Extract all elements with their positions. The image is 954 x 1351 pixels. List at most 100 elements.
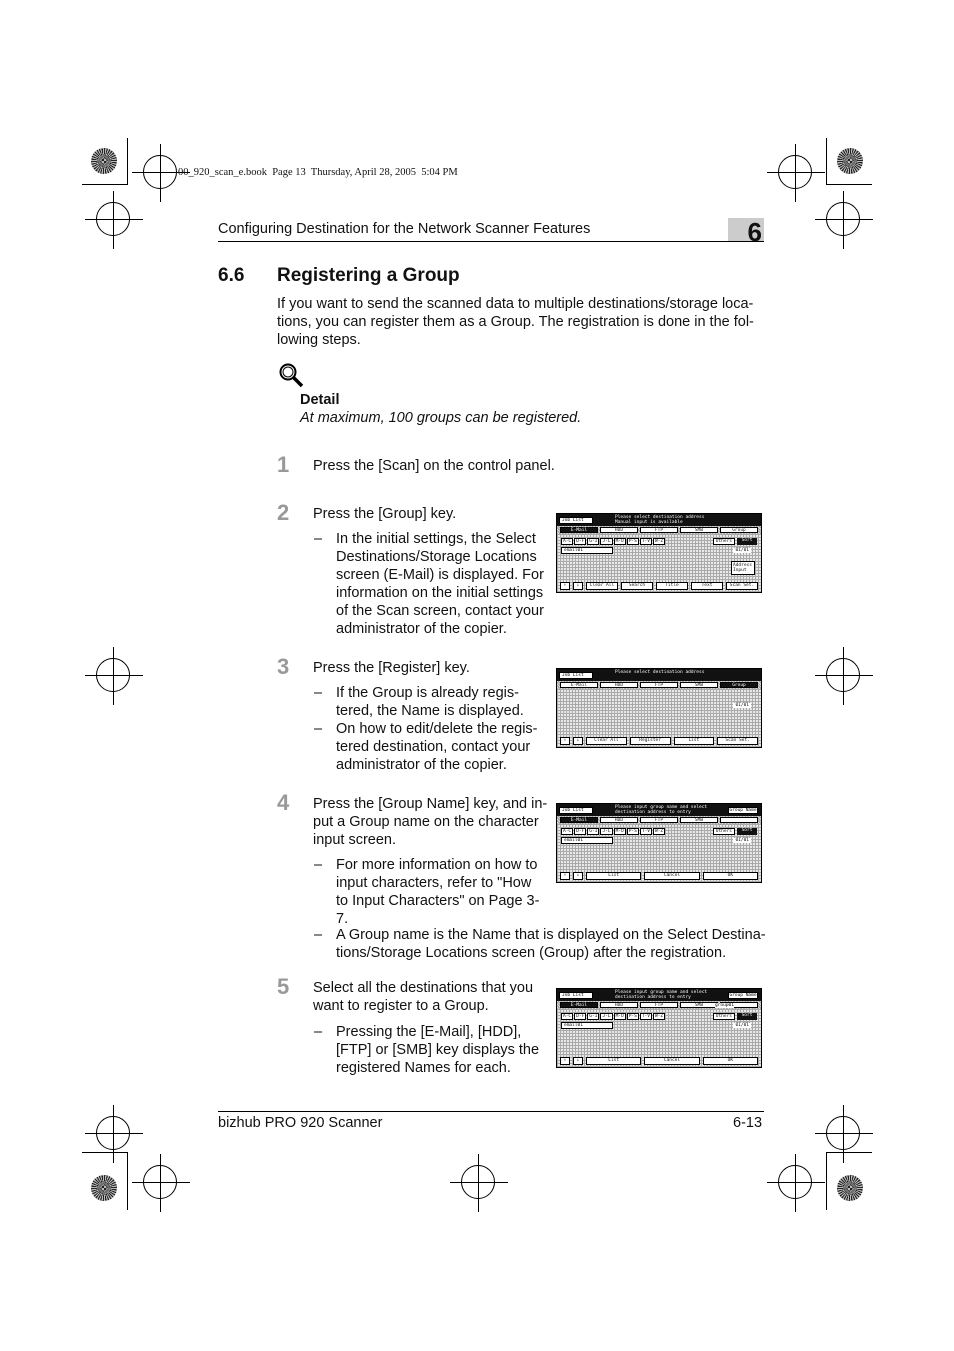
bottom-buttons: ↑ ↓ List Cancel OK: [560, 872, 758, 880]
tab: FTP: [640, 682, 678, 688]
screen-top-bar: Job List Please input group name and sel…: [557, 989, 761, 1001]
bullet-dash: –: [314, 531, 323, 547]
step-line: Press the [Group] key.: [313, 506, 457, 522]
job-list-button: Job List: [559, 992, 593, 999]
index-key: M-O: [613, 828, 626, 835]
destination-tabs: E-Mail HDD FTP SMB: [557, 816, 761, 824]
bullet-dash: –: [314, 721, 323, 737]
crop-mark: [826, 184, 872, 185]
tab: SMB: [680, 1002, 718, 1008]
screen-button: Scan Set.: [717, 737, 758, 745]
group-name-button: Group Name: [728, 807, 758, 814]
others-button: Others: [712, 1013, 735, 1020]
tab: FTP: [640, 817, 678, 823]
screen-button: ↑: [560, 582, 570, 590]
intro: If you want to send the scanned data to …: [277, 295, 754, 349]
footer-product: bizhub PRO 920 Scanner: [218, 1115, 383, 1131]
step-text: Press the [Group Name] key, and in-put a…: [313, 795, 547, 849]
index-key: J-L: [600, 1013, 613, 1020]
step-line: input screen.: [313, 832, 397, 848]
address-input-button: Address Input: [731, 561, 755, 575]
running-head: Configuring Destination for the Network …: [218, 221, 591, 237]
index-key: T-V: [639, 1013, 652, 1020]
bullet: – On how to edit/delete the regis-tered d…: [314, 720, 538, 774]
screen-body: 01/01 ↑ ↓ Clear All Register List Scan Set.: [557, 689, 761, 747]
screen-message: Please input group name and select desti…: [615, 990, 708, 1000]
screen-button: Cancel: [644, 1057, 700, 1065]
crop-mark: [82, 184, 128, 185]
registration-mark: [85, 191, 143, 249]
crop-mark: [127, 1152, 128, 1210]
index-key: T-V: [639, 828, 652, 835]
step-number: 5: [277, 974, 290, 999]
index-key: A-C: [561, 1013, 574, 1020]
screen-button: Text: [691, 582, 723, 590]
step-line: want to register to a Group.: [313, 998, 489, 1014]
index-key: M-O: [613, 1013, 626, 1020]
tab: FTP: [640, 1002, 678, 1008]
bullet-line: [FTP] or [SMB] key displays the: [336, 1042, 540, 1058]
destination-tabs: E-Mail HDD FTP SMB Group: [557, 681, 761, 689]
registration-disc: [837, 1175, 863, 1201]
crop-mark: [82, 1152, 128, 1153]
bullet: – For more information on how to input cha…: [314, 856, 540, 928]
bullet-line: If the Group is already regis-: [336, 685, 519, 701]
bottom-buttons: ↑ ↓ Clear All Register List Scan Set.: [560, 737, 758, 745]
destination-entry: email01: [561, 547, 613, 554]
step-text: Press the [Register] key.: [313, 659, 470, 677]
index-key: G-I: [587, 538, 600, 545]
header-rule: [218, 241, 764, 242]
crop-mark: [826, 1152, 827, 1210]
screen-button: Register: [629, 737, 671, 745]
screen-button: OK: [702, 1057, 758, 1065]
bullet-line: to Input Characters" on Page 3-: [336, 893, 540, 909]
bullet-dash: –: [314, 685, 323, 701]
others-button: Others: [712, 828, 735, 835]
print-header: 00_920_scan_e.book Page 13 Thursday, Apr…: [178, 167, 458, 178]
screen-button: ↑: [560, 1057, 570, 1065]
registration-mark: [815, 647, 873, 705]
registration-mark: [815, 1105, 873, 1163]
intro-line: lowing steps.: [277, 332, 361, 348]
index-key: G-I: [587, 1013, 600, 1020]
others-button: Others: [712, 538, 735, 545]
footer-rule: [218, 1111, 764, 1112]
screen-button: List: [673, 737, 715, 745]
screen-button: OK: [702, 872, 758, 880]
tab: SMB: [680, 817, 718, 823]
screen-body: A-C D-F G-I J-L M-O P-S T-V W-Z email01 Others S…: [557, 824, 761, 882]
bullet-line: tered destination, contact your: [336, 739, 531, 755]
step-number: 4: [277, 790, 290, 815]
index-keys: A-C D-F G-I J-L M-O P-S T-V W-Z: [561, 1013, 666, 1020]
tab: HDD: [600, 527, 638, 533]
bullet: – If the Group is already regis-tered, th…: [314, 684, 524, 720]
step-text: Press the [Group] key.: [313, 505, 456, 523]
intro-line: If you want to send the scanned data to …: [277, 296, 754, 312]
page-indicator: 01/01: [733, 703, 751, 708]
bullet-line: screen (E-Mail) is displayed. For: [336, 567, 544, 583]
step-line: Press the [Scan] on the control panel.: [313, 458, 555, 474]
index-key: D-F: [574, 828, 587, 835]
tab: HDD: [600, 682, 638, 688]
index-key: W-Z: [652, 828, 666, 835]
registration-mark: [132, 1154, 190, 1212]
bullet-line: A Group name is the Name that is display…: [336, 927, 766, 943]
bullet: – In the initial settings, the Select Dest…: [314, 530, 544, 638]
bullet-line: tions/Storage Locations screen (Group) a…: [336, 945, 727, 961]
tab: SMB: [680, 682, 718, 688]
bullet-line: Pressing the [E-Mail], [HDD],: [336, 1024, 522, 1040]
bullet-line: Destinations/Storage Locations: [336, 549, 537, 565]
screen-body: A-C D-F G-I J-L M-O P-S T-V W-Z email01 Others S…: [557, 534, 761, 592]
index-key: J-L: [600, 538, 613, 545]
index-key: A-C: [561, 538, 574, 545]
sort-button: Sort: [737, 828, 757, 835]
screen-button: ↓: [573, 1057, 583, 1065]
crop-mark: [826, 138, 827, 184]
bullet-dash: –: [314, 1024, 323, 1040]
page-indicator: 01/01: [733, 1023, 751, 1028]
index-key: P-S: [626, 828, 639, 835]
screen-button: Cancel: [644, 872, 700, 880]
sort-button: Sort: [737, 538, 757, 545]
destination-entry: email01: [561, 837, 613, 844]
step-text: Press the [Scan] on the control panel.: [313, 457, 555, 475]
